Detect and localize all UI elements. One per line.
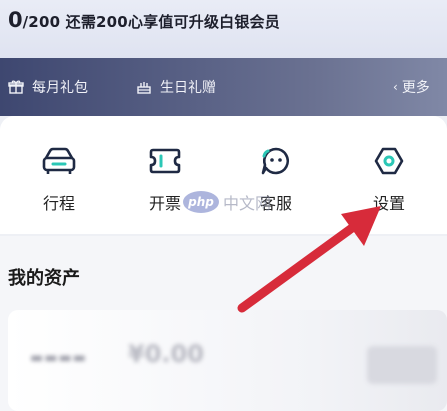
- quick-actions-card: 行程 开票 客服 设置: [0, 116, 447, 234]
- action-invoice-label: 开票: [148, 194, 181, 213]
- birthday-gift-label: 生日礼赠: [160, 80, 216, 96]
- points-current: 0: [8, 8, 23, 32]
- birthday-gift-item[interactable]: 生日礼赠: [136, 58, 216, 116]
- car-icon: [42, 147, 76, 174]
- watermark-logo: php: [183, 191, 219, 213]
- assets-title: 我的资产: [8, 268, 80, 289]
- ticket-icon: [149, 148, 181, 174]
- points-progress-text: /200 还需200心享值可升级白银会员: [22, 13, 280, 31]
- chat-face-icon: [261, 147, 289, 175]
- action-trips[interactable]: 行程: [24, 146, 94, 214]
- more-benefits-link[interactable]: ‹ 更多: [393, 58, 430, 116]
- action-settings[interactable]: 设置: [354, 146, 424, 214]
- membership-banner: 0/200 还需200心享值可升级白银会员: [0, 0, 447, 58]
- watermark-text: 中文网: [223, 194, 272, 213]
- asset-card[interactable]: ▬▬▬▬ ¥0.00: [8, 310, 447, 411]
- monthly-gift-item[interactable]: 每月礼包: [8, 58, 88, 116]
- chevron-left-icon: ‹: [393, 80, 398, 94]
- asset-side-blurred: [367, 346, 437, 384]
- benefits-bar: 每月礼包 生日礼赠 ‹ 更多: [0, 58, 447, 116]
- action-trips-label: 行程: [42, 194, 75, 213]
- hexagon-settings-icon: [374, 147, 404, 175]
- cake-icon: [137, 82, 151, 94]
- asset-name-blurred: ▬▬▬▬: [30, 350, 87, 366]
- more-benefits-label: 更多: [401, 80, 430, 96]
- gift-icon: [8, 80, 24, 94]
- site-watermark: php 中文网: [183, 190, 271, 214]
- asset-value-blurred: ¥0.00: [128, 340, 204, 368]
- monthly-gift-label: 每月礼包: [32, 80, 88, 96]
- membership-progress: 0/200 还需200心享值可升级白银会员: [8, 8, 280, 32]
- action-settings-label: 设置: [372, 194, 405, 213]
